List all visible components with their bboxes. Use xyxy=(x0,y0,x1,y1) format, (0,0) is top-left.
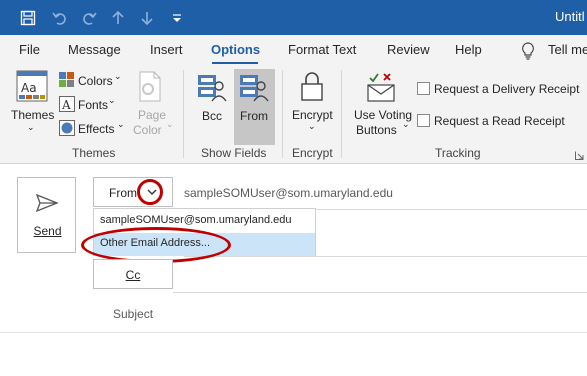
dialog-launcher-icon[interactable] xyxy=(575,149,584,163)
subject-label: Subject xyxy=(113,307,154,321)
page-color-label-line1: Page xyxy=(138,108,167,122)
voting-label-line2: Buttons xyxy=(356,123,397,137)
annotation-ellipse xyxy=(81,227,231,263)
tab-review[interactable]: Review xyxy=(387,42,430,57)
outlook-compose-window: Untitl File Message Insert Options Forma… xyxy=(0,0,587,376)
window-title: Untitl xyxy=(555,9,585,24)
cc-label: Cc xyxy=(125,268,141,282)
customize-toolbar-icon[interactable] xyxy=(166,7,188,29)
group-label-show-fields: Show Fields xyxy=(201,146,267,160)
effects-icon xyxy=(59,120,75,139)
chevron-down-icon: ⌄ xyxy=(402,119,410,129)
page-color-icon xyxy=(137,71,163,106)
ribbon: Aa Themes ⌄ Colors ⌄ A Fonts ⌄ Effects ⌄ xyxy=(0,64,587,164)
fonts-icon: A xyxy=(59,96,75,115)
themes-label: Themes xyxy=(11,108,55,122)
message-header: Send From sampleSOMUser@som.umaryland.ed… xyxy=(0,164,587,376)
chevron-down-icon: ⌄ xyxy=(114,71,122,81)
title-bar: Untitl xyxy=(0,0,587,35)
divider-line xyxy=(173,292,587,293)
annotation-circle xyxy=(137,179,163,205)
group-divider xyxy=(341,70,342,158)
divider-line xyxy=(184,256,587,257)
group-divider xyxy=(282,70,283,158)
tab-options[interactable]: Options xyxy=(211,42,260,57)
themes-icon: Aa xyxy=(16,70,48,105)
send-button[interactable]: Send xyxy=(17,177,76,253)
from-button-label: From xyxy=(109,186,137,200)
from-label: From xyxy=(240,109,268,123)
chevron-down-icon: ⌄ xyxy=(166,119,174,129)
tab-file[interactable]: File xyxy=(19,42,40,57)
chevron-down-icon: ⌄ xyxy=(117,119,125,129)
lock-icon xyxy=(299,70,325,105)
cc-button[interactable]: Cc xyxy=(93,259,173,289)
encrypt-label: Encrypt xyxy=(292,108,333,122)
divider-line xyxy=(0,332,587,333)
chevron-down-icon: ⌄ xyxy=(308,121,316,131)
save-icon[interactable] xyxy=(17,7,39,29)
colors-icon xyxy=(59,72,75,91)
tab-insert[interactable]: Insert xyxy=(150,42,183,57)
chevron-down-icon: ⌄ xyxy=(27,122,35,132)
tab-format-text[interactable]: Format Text xyxy=(288,42,356,57)
redo-icon[interactable] xyxy=(78,7,100,29)
arrow-up-icon[interactable] xyxy=(107,7,129,29)
arrow-down-icon[interactable] xyxy=(136,7,158,29)
group-label-tracking: Tracking xyxy=(435,146,481,160)
colors-label: Colors xyxy=(78,74,113,88)
group-divider xyxy=(183,70,184,158)
lightbulb-icon xyxy=(521,42,535,63)
delivery-receipt-checkbox-box[interactable] xyxy=(417,82,430,95)
ribbon-tabs: File Message Insert Options Format Text … xyxy=(0,35,587,64)
tell-me-search[interactable]: Tell me xyxy=(548,42,587,57)
undo-icon[interactable] xyxy=(49,7,71,29)
voting-icon xyxy=(366,71,396,106)
send-label: Send xyxy=(33,224,62,238)
bcc-label: Bcc xyxy=(202,109,223,123)
effects-label: Effects xyxy=(78,122,115,136)
read-receipt-checkbox-box[interactable] xyxy=(417,114,430,127)
send-icon xyxy=(35,193,59,216)
group-label-encrypt: Encrypt xyxy=(292,146,333,160)
bcc-icon xyxy=(197,72,227,107)
delivery-receipt-label: Request a Delivery Receipt xyxy=(434,82,580,96)
read-receipt-label: Request a Read Receipt xyxy=(434,114,565,128)
fonts-label: Fonts xyxy=(78,98,109,112)
from-field-icon xyxy=(239,72,269,107)
chevron-down-icon: ⌄ xyxy=(108,95,116,105)
svg-text:A: A xyxy=(61,98,71,112)
group-label-themes: Themes xyxy=(72,146,116,160)
tab-message[interactable]: Message xyxy=(68,42,121,57)
tab-help[interactable]: Help xyxy=(455,42,482,57)
page-color-label-line2: Color xyxy=(133,123,162,137)
from-address: sampleSOMUser@som.umaryland.edu xyxy=(184,186,393,200)
svg-text:Aa: Aa xyxy=(21,81,37,95)
